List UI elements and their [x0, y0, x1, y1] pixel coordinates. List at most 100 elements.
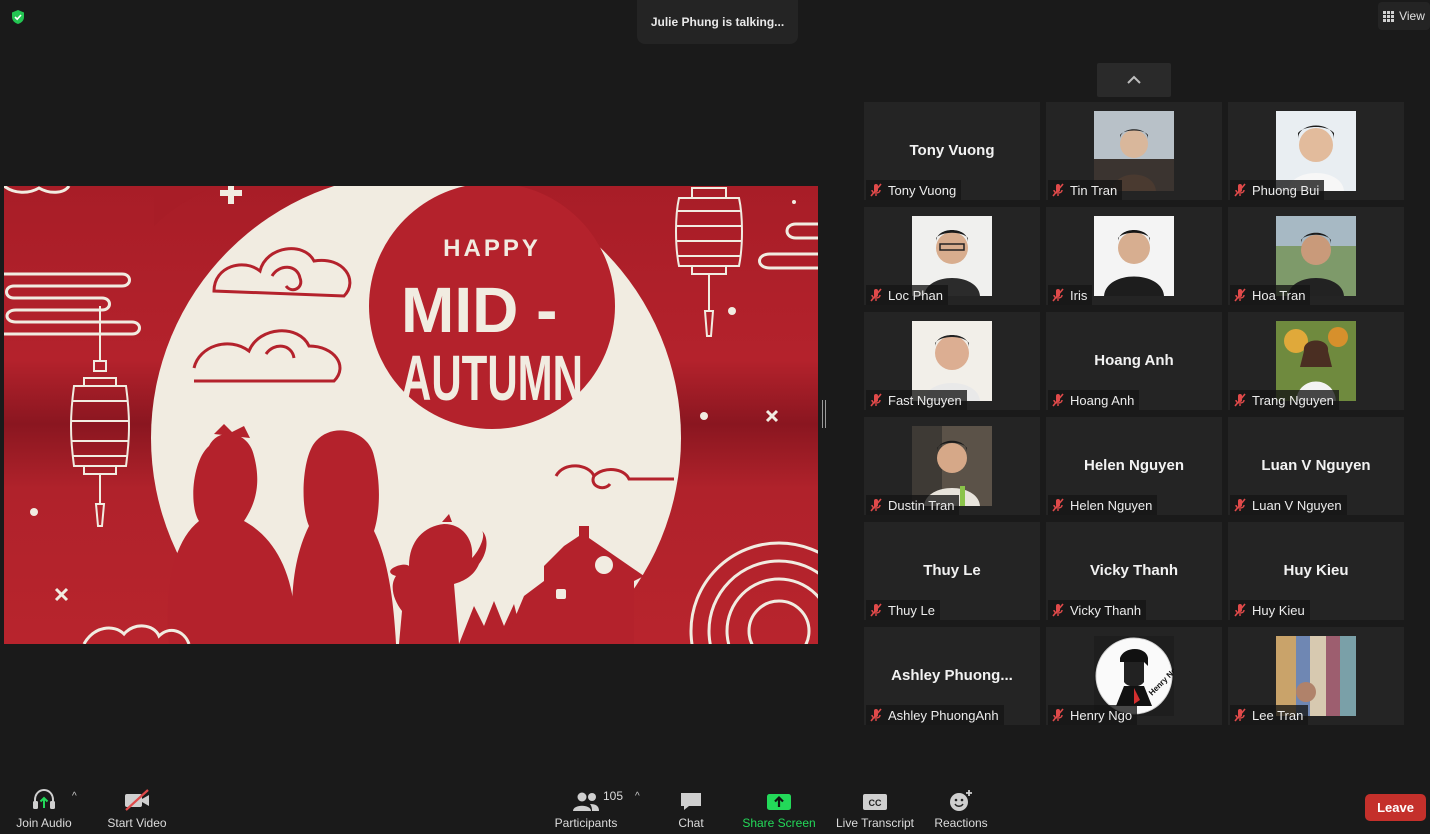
live-transcript-button[interactable]: CC Live Transcript: [836, 786, 914, 830]
audio-options-caret[interactable]: ^: [72, 791, 77, 802]
participant-avatar: Henry Ngô: [1094, 636, 1174, 716]
participant-label: Ashley PhuongAnh: [866, 705, 1004, 725]
lantern-left: [70, 306, 130, 527]
mic-muted-icon: [870, 603, 882, 617]
participant-tile[interactable]: Dustin Tran: [864, 417, 1040, 515]
participant-label: Fast Nguyen: [866, 390, 967, 410]
join-audio-button[interactable]: Join Audio: [14, 786, 74, 830]
participant-tile[interactable]: Helen Nguyen Helen Nguyen: [1046, 417, 1222, 515]
participant-label: Dustin Tran: [866, 495, 960, 515]
mic-muted-icon: [1234, 708, 1246, 722]
reactions-label: Reactions: [934, 816, 988, 830]
participant-label: Hoa Tran: [1230, 285, 1311, 305]
share-screen-icon: [767, 794, 791, 810]
mic-muted-icon: [870, 183, 882, 197]
participants-label: Participants: [554, 816, 618, 830]
gallery-scroll-up-button[interactable]: [1097, 63, 1171, 97]
participants-options-caret[interactable]: ^: [635, 791, 640, 802]
closed-caption-icon: CC: [863, 794, 887, 810]
participant-display-name: Thuy Le: [923, 562, 981, 579]
active-speaker-banner: Julie Phung is talking...: [637, 0, 798, 44]
mic-muted-icon: [1052, 183, 1064, 197]
headline-mid: MID -: [401, 274, 557, 346]
participant-display-name: Luan V Nguyen: [1261, 457, 1371, 474]
reactions-button[interactable]: Reactions: [934, 786, 988, 830]
participant-video: [1276, 111, 1356, 191]
participant-label: Helen Nguyen: [1048, 495, 1158, 515]
participant-tile[interactable]: Loc Phan: [864, 207, 1040, 305]
participants-count: 105: [603, 789, 624, 803]
participant-label: Huy Kieu: [1230, 600, 1310, 620]
mic-muted-icon: [1234, 498, 1246, 512]
participant-label: Trang Nguyen: [1230, 390, 1339, 410]
mic-muted-icon: [1052, 498, 1064, 512]
participant-label: Luan V Nguyen: [1230, 495, 1347, 515]
participant-video: [912, 216, 992, 296]
participant-tile[interactable]: Tony Vuong Tony Vuong: [864, 102, 1040, 200]
participant-tile[interactable]: Trang Nguyen: [1228, 312, 1404, 410]
participant-label: Iris: [1048, 285, 1093, 305]
grid-view-icon: [1383, 10, 1395, 22]
participant-tile[interactable]: Iris: [1046, 207, 1222, 305]
participant-display-name: Ashley Phuong...: [891, 667, 1013, 684]
share-screen-label: Share Screen: [742, 816, 816, 830]
start-video-button[interactable]: Start Video: [104, 786, 170, 830]
chevron-up-icon: [1127, 75, 1141, 84]
mic-muted-icon: [870, 498, 882, 512]
video-off-icon: [125, 789, 149, 811]
participant-tile[interactable]: Tin Tran: [1046, 102, 1222, 200]
active-speaker-text: Julie Phung is talking...: [650, 15, 785, 29]
headphones-icon: [33, 788, 55, 809]
security-shield-icon[interactable]: [10, 9, 26, 25]
participant-tile[interactable]: Huy Kieu Huy Kieu: [1228, 522, 1404, 620]
participant-video: [912, 426, 992, 506]
mic-muted-icon: [1234, 288, 1246, 302]
reactions-emoji-icon: [950, 790, 972, 811]
participant-tile[interactable]: Luan V Nguyen Luan V Nguyen: [1228, 417, 1404, 515]
participant-tile[interactable]: Hoa Tran: [1228, 207, 1404, 305]
mic-muted-icon: [870, 393, 882, 407]
leave-meeting-button[interactable]: Leave: [1365, 794, 1426, 821]
participant-tile[interactable]: Vicky Thanh Vicky Thanh: [1046, 522, 1222, 620]
participant-tile[interactable]: Hoang Anh Hoang Anh: [1046, 312, 1222, 410]
mic-muted-icon: [1052, 708, 1064, 722]
participants-icon: [573, 792, 599, 811]
participant-video: [1094, 111, 1174, 191]
share-screen-button[interactable]: Share Screen: [742, 786, 816, 830]
participant-tile[interactable]: Ashley Phuong... Ashley PhuongAnh: [864, 627, 1040, 725]
left-cloud-lines: [4, 186, 141, 336]
split-resize-handle[interactable]: [822, 400, 826, 428]
mic-muted-icon: [1052, 288, 1064, 302]
view-label: View: [1399, 9, 1425, 23]
participant-display-name: Tony Vuong: [909, 142, 995, 159]
participant-label: Lee Tran: [1230, 705, 1309, 725]
participant-video: [1276, 636, 1356, 716]
mic-muted-icon: [1052, 603, 1064, 617]
chat-button[interactable]: Chat: [676, 786, 706, 830]
participant-tile[interactable]: Phuong Bui: [1228, 102, 1404, 200]
participant-tile[interactable]: Henry Ngô Henry Ngo: [1046, 627, 1222, 725]
headline-autumn: AUTUMN: [401, 342, 583, 414]
shared-screen[interactable]: HAPPY MID - AUTUMN: [4, 186, 818, 644]
participant-tile[interactable]: Fast Nguyen: [864, 312, 1040, 410]
svg-text:CC: CC: [869, 798, 882, 808]
participant-label: Tony Vuong: [866, 180, 962, 200]
participant-video: [912, 321, 992, 401]
participant-label: Thuy Le: [866, 600, 940, 620]
chat-label: Chat: [678, 816, 704, 830]
mic-muted-icon: [1234, 603, 1246, 617]
chat-icon: [681, 793, 701, 810]
participant-display-name: Helen Nguyen: [1083, 457, 1185, 474]
mic-muted-icon: [1052, 393, 1064, 407]
participant-video: [1276, 216, 1356, 296]
participant-label: Phuong Bui: [1230, 180, 1325, 200]
mic-muted-icon: [870, 708, 882, 722]
participant-tile[interactable]: Lee Tran: [1228, 627, 1404, 725]
participant-label: Henry Ngo: [1048, 705, 1138, 725]
participant-tile[interactable]: Thuy Le Thuy Le: [864, 522, 1040, 620]
view-button[interactable]: View: [1378, 2, 1430, 30]
participant-video: [1276, 321, 1356, 401]
participant-video: [1094, 216, 1174, 296]
participant-label: Tin Tran: [1048, 180, 1123, 200]
participant-label: Loc Phan: [866, 285, 948, 305]
